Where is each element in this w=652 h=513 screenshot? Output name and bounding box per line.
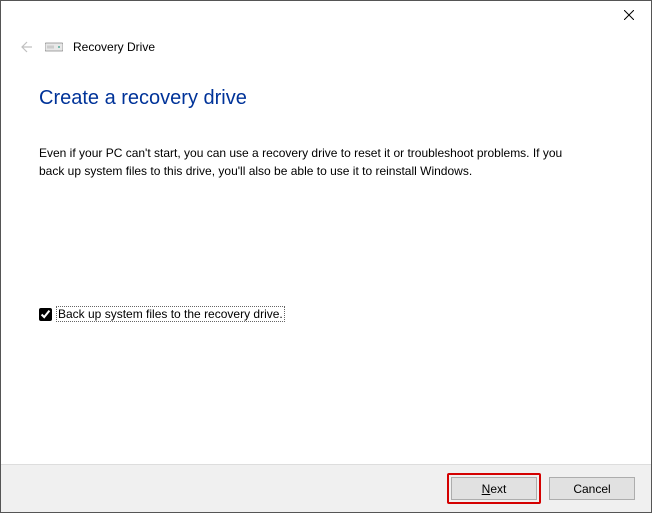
back-arrow-icon [17, 39, 33, 55]
next-button[interactable]: Next [451, 477, 537, 500]
backup-checkbox-label[interactable]: Back up system files to the recovery dri… [56, 306, 285, 322]
drive-icon [45, 41, 63, 53]
page-heading: Create a recovery drive [39, 87, 613, 110]
next-button-highlight: Next [447, 473, 541, 504]
window-title: Recovery Drive [73, 40, 155, 54]
titlebar [1, 1, 651, 31]
backup-checkbox[interactable] [39, 308, 52, 321]
header-row: Recovery Drive [1, 31, 651, 57]
back-button [15, 37, 35, 57]
cancel-button[interactable]: Cancel [549, 477, 635, 500]
close-icon [624, 10, 634, 20]
backup-checkbox-row: Back up system files to the recovery dri… [39, 306, 613, 322]
recovery-drive-wizard: Recovery Drive Create a recovery drive E… [0, 0, 652, 513]
close-button[interactable] [606, 1, 651, 29]
content-area: Create a recovery drive Even if your PC … [1, 57, 651, 322]
description-text: Even if your PC can't start, you can use… [39, 144, 584, 180]
footer-button-bar: Next Cancel [1, 464, 651, 512]
